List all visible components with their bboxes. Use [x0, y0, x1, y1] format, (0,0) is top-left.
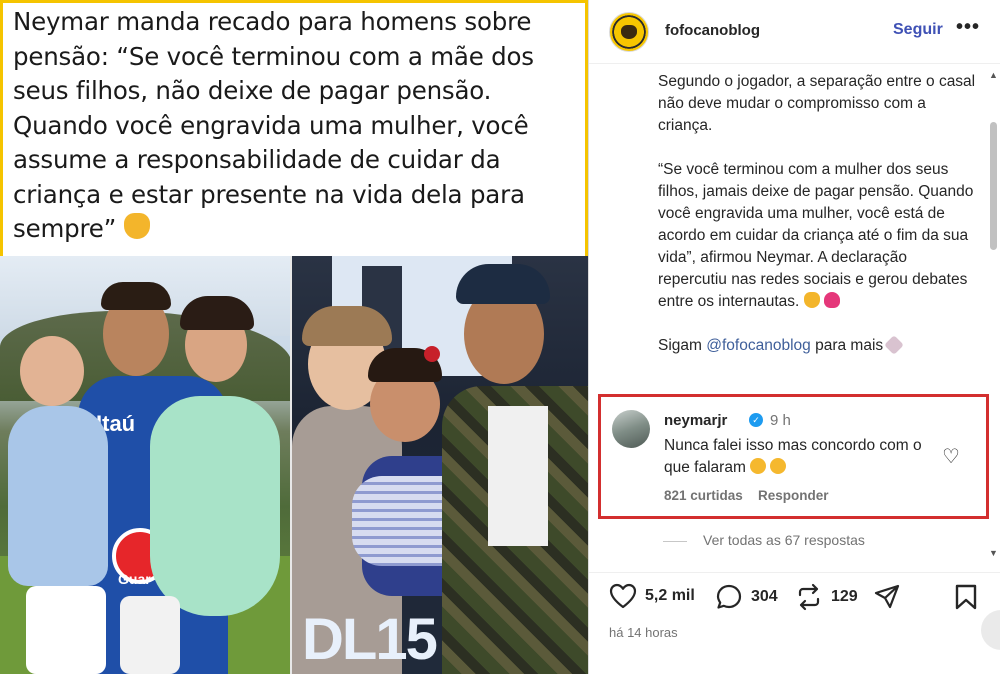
tweet-screenshot: Neymar manda recado para homens sobre pe… — [0, 0, 588, 258]
profile-username[interactable]: fofocanoblog — [665, 22, 760, 39]
comment-username[interactable]: neymarjr — [664, 412, 727, 429]
comment-button[interactable]: 304 — [715, 583, 778, 611]
heart-emoji — [823, 292, 840, 308]
share-button[interactable] — [873, 583, 901, 611]
comment-icon — [716, 584, 742, 609]
post-sidebar: fofocanoblog Seguir ••• Segundo o jogado… — [588, 0, 1000, 674]
share-icon — [874, 584, 900, 609]
caption-paragraph: Sigam @fofocanoblog para mais — [658, 335, 978, 357]
laugh-emoji — [770, 458, 787, 474]
bookmark-icon — [955, 584, 977, 610]
highlighted-comment: neymarjr ✓ 9 h Nunca falei isso mas conc… — [598, 394, 989, 519]
scroll-up-arrow-icon[interactable]: ▲ — [989, 70, 998, 80]
heart-icon — [609, 583, 637, 609]
scrollbar[interactable]: ▲ ▼ — [986, 64, 1000, 572]
clap-emoji — [123, 213, 150, 239]
repost-button[interactable]: 129 — [795, 583, 858, 611]
profile-avatar[interactable] — [609, 12, 649, 52]
caption-paragraph: Segundo o jogador, a separação entre o c… — [658, 73, 976, 134]
verified-icon: ✓ — [749, 413, 763, 427]
post-image[interactable]: Neymar manda recado para homens sobre pe… — [0, 0, 588, 674]
comments-scroll-area[interactable]: Segundo o jogador, a separação entre o c… — [589, 64, 1000, 572]
comment-avatar[interactable] — [612, 410, 650, 448]
photos: Itaú Guar DL15 — [0, 256, 588, 674]
view-replies-link[interactable]: Ver todas as 67 respostas — [663, 532, 865, 548]
comment-time: 9 h — [770, 412, 791, 429]
tweet-text: Neymar manda recado para homens sobre pe… — [13, 7, 534, 243]
mention-link[interactable]: @fofocanoblog — [706, 337, 811, 354]
like-button[interactable]: 5,2 mil — [609, 583, 695, 609]
banner-text: DL15 — [302, 607, 438, 672]
repost-icon — [798, 583, 820, 611]
floating-button[interactable] — [981, 610, 1000, 650]
posted-time: há 14 horas — [609, 625, 678, 640]
follow-button[interactable]: Seguir — [893, 21, 943, 39]
scroll-down-arrow-icon[interactable]: ▼ — [989, 548, 998, 558]
post-header: fofocanoblog Seguir ••• — [589, 0, 1000, 64]
more-options-icon[interactable]: ••• — [956, 16, 980, 39]
comments-count: 304 — [751, 588, 778, 605]
photo-right: DL15 — [292, 256, 588, 674]
reply-button[interactable]: Responder — [758, 488, 829, 503]
grin-emoji — [750, 458, 767, 474]
comment-text: Nunca falei isso mas concordo com o que … — [664, 437, 922, 476]
caption-paragraph: “Se você terminou com a mulher dos seus … — [658, 161, 974, 310]
post-caption: Segundo o jogador, a separação entre o c… — [658, 71, 978, 379]
bookmark-button[interactable] — [953, 583, 979, 611]
comment-like-heart-icon[interactable]: ♡ — [942, 444, 960, 469]
comment-likes[interactable]: 821 curtidas — [664, 488, 743, 503]
scrollbar-thumb[interactable] — [990, 122, 997, 250]
clap-emoji — [803, 292, 820, 308]
pen-emoji — [884, 335, 905, 355]
reposts-count: 129 — [831, 588, 858, 605]
likes-count: 5,2 mil — [645, 587, 695, 604]
photo-left: Itaú Guar — [0, 256, 292, 674]
post-actions: 5,2 mil 304 129 há 14 horas — [589, 572, 1000, 674]
